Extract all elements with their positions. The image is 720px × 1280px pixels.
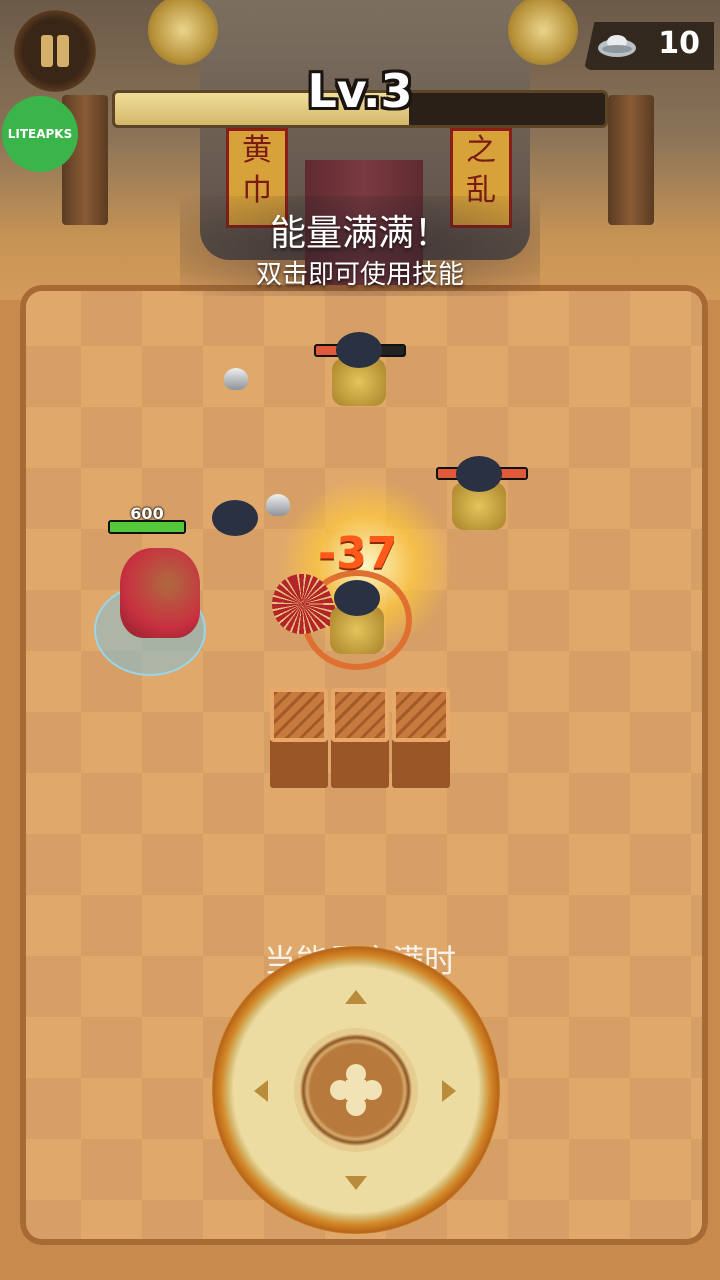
- silver-ingot-icon: [598, 35, 636, 57]
- crate-top: [392, 688, 450, 742]
- pause-button[interactable]: [14, 10, 96, 92]
- enemy-soldier: [200, 500, 270, 580]
- wooden-crate: [270, 688, 328, 788]
- watermark-logo: LITEAPKS: [2, 96, 78, 172]
- enemy-helmet: [212, 500, 258, 536]
- level-label: Lv.3: [307, 64, 413, 118]
- crate-top: [270, 688, 328, 742]
- currency-amount: 10: [658, 26, 700, 61]
- dpad-icon: [330, 1064, 382, 1116]
- damage-number: -37: [318, 528, 398, 579]
- energy-full-message: 能量满满！: [269, 213, 450, 254]
- crate-top: [331, 688, 389, 742]
- wooden-crate: [331, 688, 389, 788]
- enemy-soldier: [324, 332, 394, 412]
- enemy-helmet: [334, 580, 380, 616]
- arrow-right-icon: [442, 1080, 456, 1102]
- enemy-soldier-targeted: [322, 580, 392, 660]
- enemy-soldier: [444, 456, 514, 536]
- arrow-up-icon: [345, 990, 367, 1004]
- arrow-down-icon: [345, 1176, 367, 1190]
- double-tap-hint: 双击即可使用技能: [255, 260, 464, 290]
- crate-side: [270, 740, 328, 788]
- enemy-helmet: [336, 332, 382, 368]
- arrow-left-icon: [254, 1080, 268, 1102]
- silver-coin-icon: [224, 368, 248, 390]
- player-hp-fill: [110, 522, 184, 532]
- crate-side: [331, 740, 389, 788]
- crate-side: [392, 740, 450, 788]
- player-hero: [120, 548, 200, 638]
- pause-icon: [41, 35, 53, 67]
- enemy-helmet: [456, 456, 502, 492]
- player-hp-value: 600: [130, 504, 164, 523]
- pause-icon: [57, 35, 69, 67]
- wooden-crate: [392, 688, 450, 788]
